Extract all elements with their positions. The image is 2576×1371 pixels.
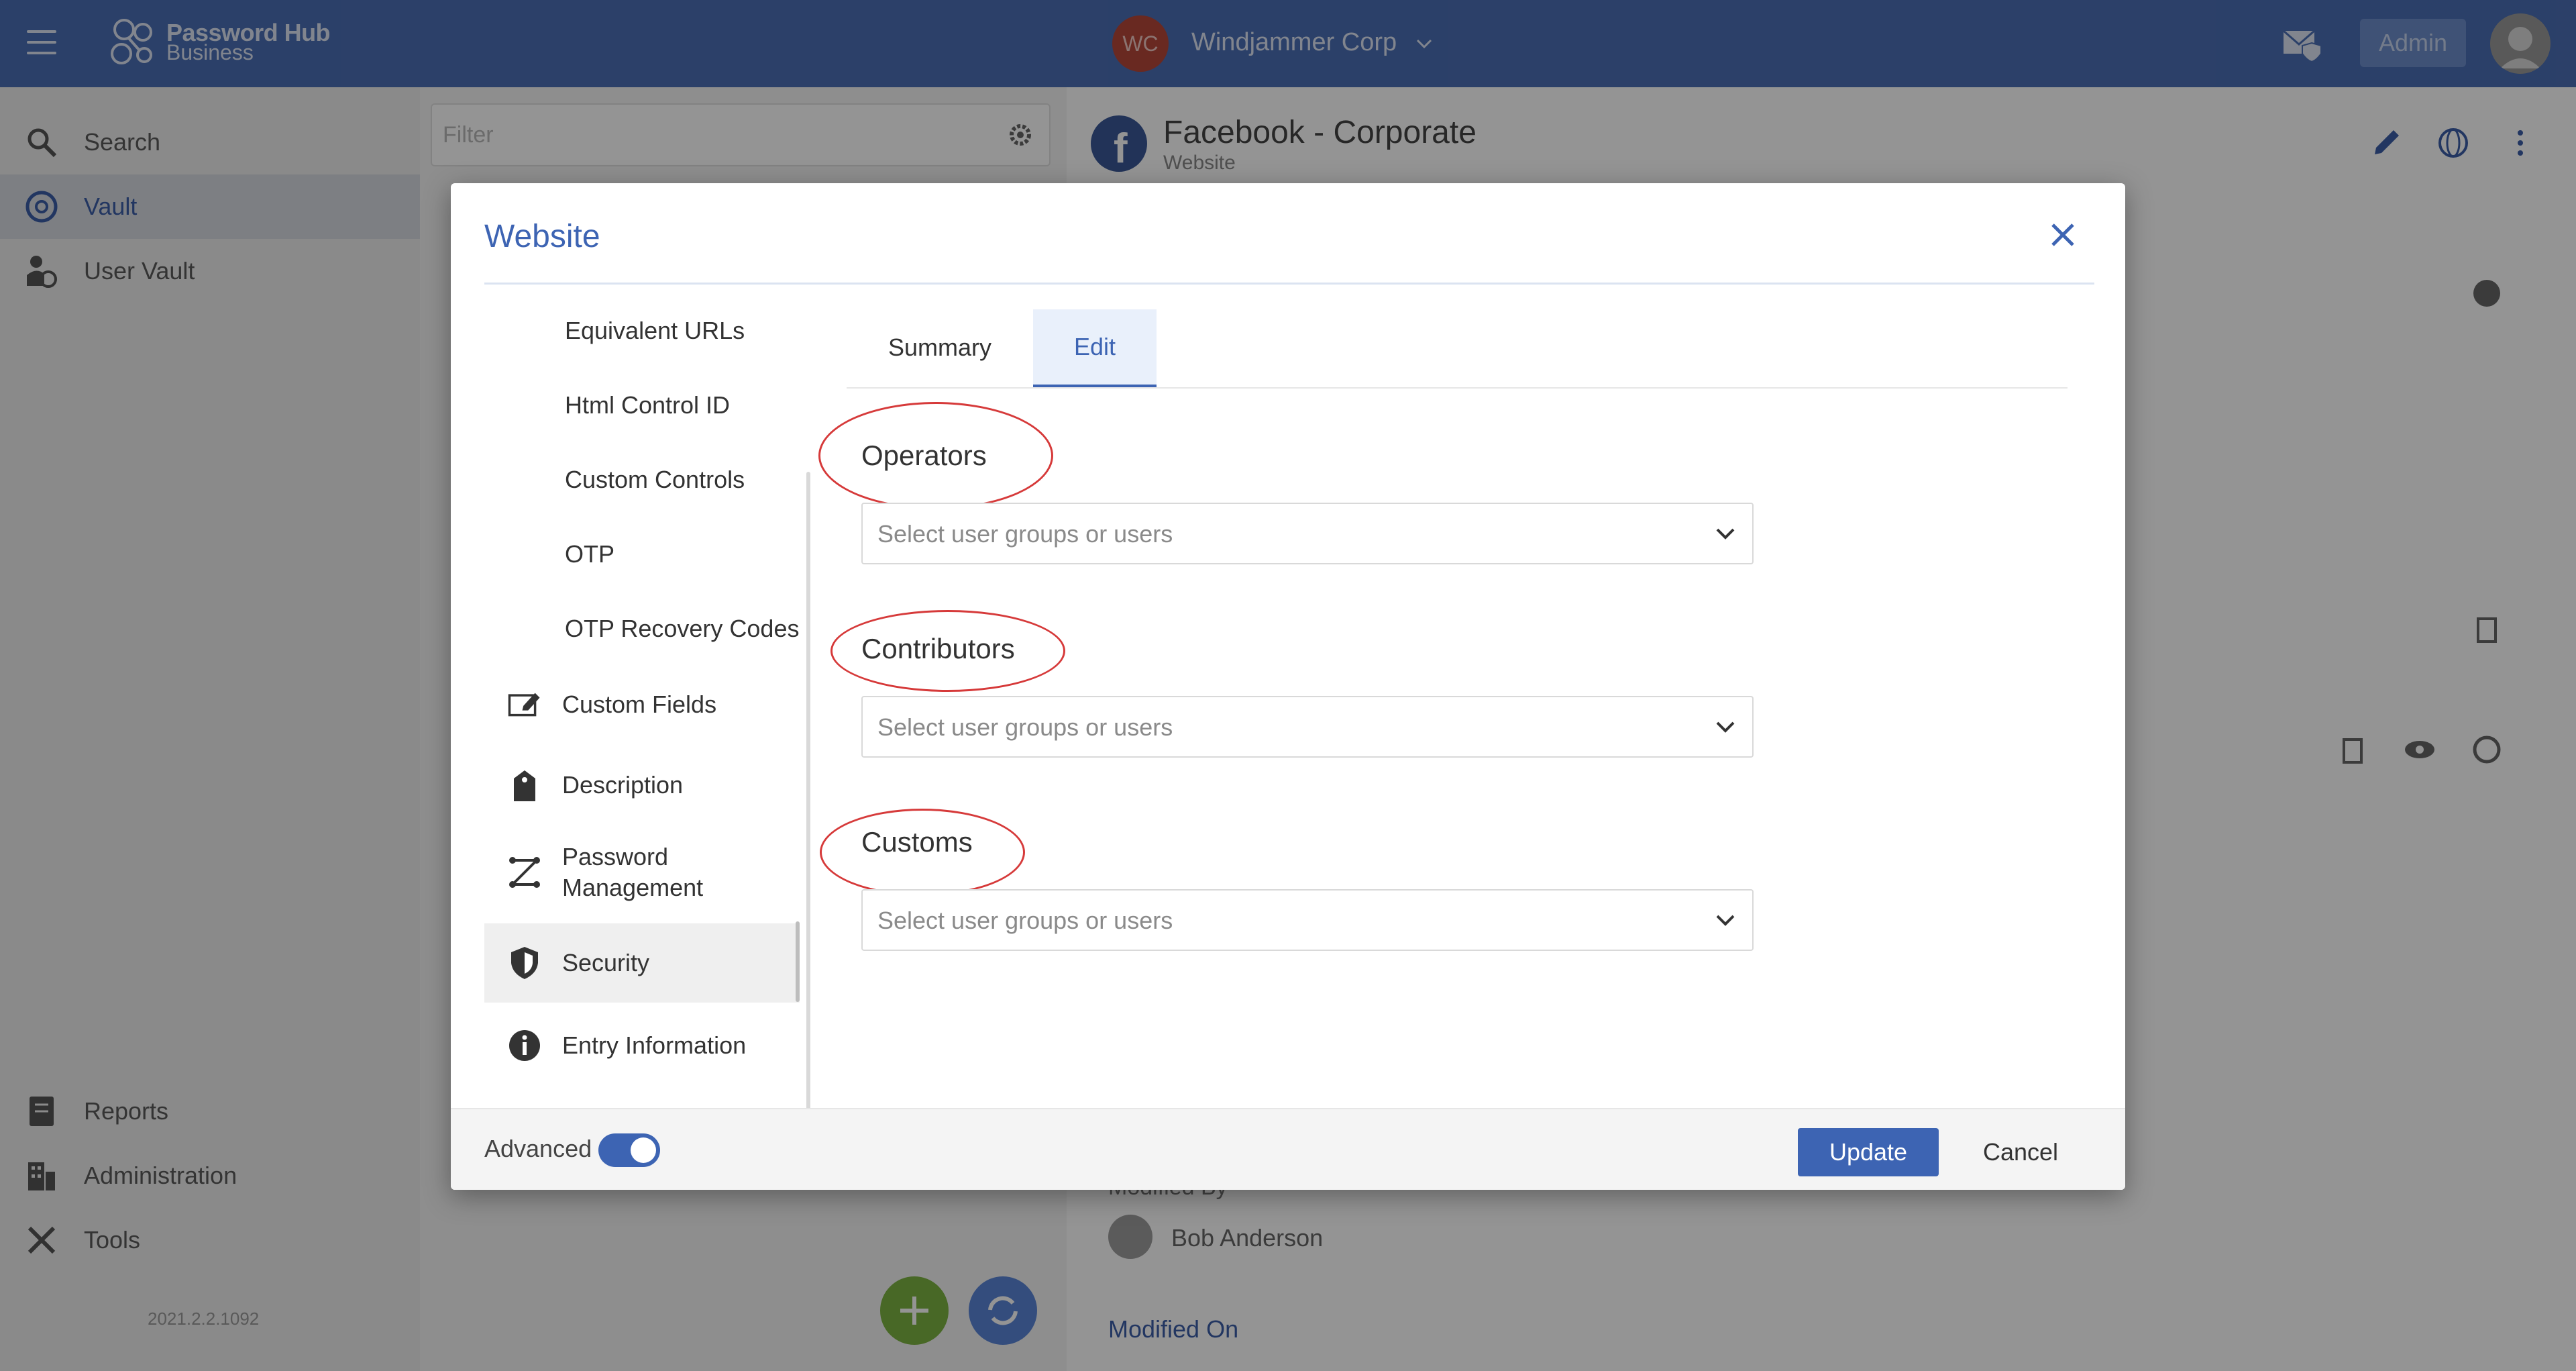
sidebar-item-label-line: Password <box>562 843 669 870</box>
sidebar-item-equivalent-urls[interactable]: Equivalent URLs <box>565 301 880 361</box>
dialog-sidebar: Equivalent URLs Html Control ID Custom C… <box>484 294 820 1072</box>
advanced-label: Advanced <box>484 1135 592 1162</box>
sidebar-item-label: OTP Recovery Codes <box>565 615 800 642</box>
sidebar-item-label-line: Management <box>562 874 704 901</box>
dialog-title: Website <box>484 219 600 254</box>
advanced-toggle[interactable] <box>598 1133 660 1167</box>
chevron-down-icon <box>1716 721 1735 733</box>
shield-icon <box>511 947 538 979</box>
sidebar-item-otp[interactable]: OTP <box>565 524 880 585</box>
password-management-icon <box>509 857 540 888</box>
sidebar-item-entry-information[interactable]: Entry Information <box>484 1015 800 1076</box>
close-icon[interactable] <box>2046 218 2080 252</box>
sidebar-item-label: Security <box>562 949 650 976</box>
select-placeholder: Select user groups or users <box>877 520 1173 548</box>
sidebar-item-label: Password Management <box>562 842 703 903</box>
sidebar-item-label: Entry Information <box>562 1031 747 1059</box>
chevron-down-icon <box>1716 528 1735 540</box>
cancel-button[interactable]: Cancel <box>1967 1128 2074 1176</box>
tag-icon <box>514 770 535 801</box>
operators-select[interactable]: Select user groups or users <box>861 503 1754 564</box>
sidebar-item-password-management[interactable]: Password Management <box>484 831 800 914</box>
sidebar-item-description[interactable]: Description <box>484 755 800 815</box>
info-icon <box>509 1030 540 1061</box>
annotation-ellipse <box>818 402 1053 509</box>
annotation-ellipse <box>820 809 1025 896</box>
contributors-select[interactable]: Select user groups or users <box>861 696 1754 758</box>
edit-icon <box>508 693 540 717</box>
sidebar-item-label: OTP <box>565 540 615 568</box>
sidebar-item-label: Description <box>562 771 684 799</box>
sidebar-item-html-control-id[interactable]: Html Control ID <box>565 375 880 436</box>
website-dialog: Website Equivalent URLs Html Control ID … <box>451 183 2125 1190</box>
select-placeholder: Select user groups or users <box>877 907 1173 934</box>
divider <box>484 283 2094 285</box>
sidebar-item-label: Custom Fields <box>562 691 717 718</box>
tab-edit[interactable]: Edit <box>1033 309 1157 387</box>
sidebar-item-label: Html Control ID <box>565 391 731 419</box>
dialog-tabs: Summary Edit <box>847 309 2068 389</box>
sidebar-scrollbar-thumb[interactable] <box>796 921 800 1002</box>
customs-select[interactable]: Select user groups or users <box>861 889 1754 951</box>
sidebar-item-custom-fields[interactable]: Custom Fields <box>484 674 800 735</box>
sidebar-item-label: Custom Controls <box>565 466 745 493</box>
chevron-down-icon <box>1716 915 1735 926</box>
sidebar-item-security[interactable]: Security <box>484 923 800 1003</box>
dialog-footer: Advanced Update Cancel <box>451 1108 2125 1190</box>
sidebar-item-label: Equivalent URLs <box>565 317 745 344</box>
sidebar-scrollbar[interactable] <box>806 472 810 1190</box>
tab-summary[interactable]: Summary <box>847 309 1033 386</box>
update-button[interactable]: Update <box>1798 1128 1939 1176</box>
select-placeholder: Select user groups or users <box>877 713 1173 741</box>
annotation-ellipse <box>830 610 1065 692</box>
toggle-knob <box>631 1137 656 1163</box>
